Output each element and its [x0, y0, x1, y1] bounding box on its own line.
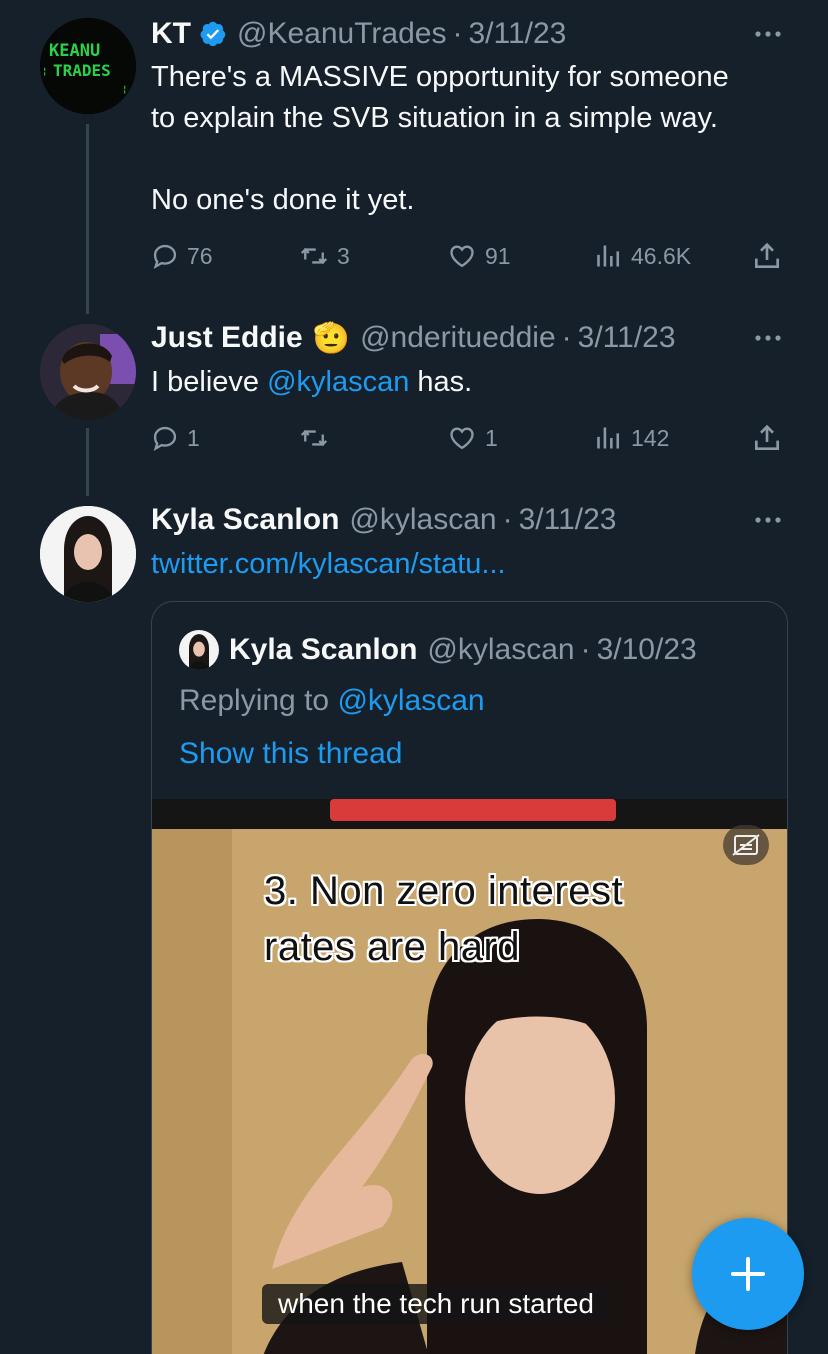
tweet-text: I believe @kylascan has.	[151, 362, 788, 403]
more-icon[interactable]	[748, 500, 788, 540]
views-icon	[597, 245, 620, 267]
video-overlay-line-2: rates are hard	[264, 925, 521, 969]
author-name[interactable]: Kyla Scanlon	[151, 503, 339, 537]
svg-text:KEANU: KEANU	[49, 41, 100, 61]
views-count: 142	[631, 424, 670, 451]
captions-icon	[732, 834, 760, 856]
svg-text:TRADES: TRADES	[53, 61, 111, 80]
views-button[interactable]: 142	[595, 418, 669, 458]
views-count: 46.6K	[631, 242, 692, 269]
like-icon	[450, 245, 474, 268]
text-before: I believe	[151, 366, 268, 398]
more-icon[interactable]	[748, 14, 788, 54]
replying-label: Replying to	[179, 684, 338, 717]
replying-handle-link[interactable]: @kylascan	[337, 684, 484, 717]
eddie-avatar-photo	[40, 324, 136, 420]
retweet-button[interactable]: 3	[299, 236, 350, 276]
share-button[interactable]	[751, 236, 783, 276]
like-button[interactable]: 1	[447, 418, 498, 458]
author-name[interactable]: Just Eddie	[151, 321, 303, 355]
author-handle[interactable]: @kylascan	[349, 503, 496, 537]
tweet-date[interactable]: 3/11/23	[468, 17, 566, 51]
more-icon[interactable]	[748, 318, 788, 358]
svg-text:¦: ¦	[42, 67, 47, 77]
quote-author-handle[interactable]: @kylascan	[427, 633, 574, 667]
like-count: 91	[485, 242, 511, 269]
author-handle[interactable]: @nderitueddie	[360, 321, 556, 355]
reply-button[interactable]: 1	[151, 418, 200, 458]
like-icon	[450, 427, 474, 450]
replying-to: Replying to @kylascan	[179, 684, 485, 718]
verified-badge-icon	[200, 21, 226, 47]
tweet-link[interactable]: twitter.com/kylascan/statu...	[151, 544, 788, 585]
quote-header: Kyla Scanlon @kylascan · 3/10/23	[179, 630, 697, 670]
share-icon	[755, 242, 779, 268]
tweet-actions: 76 3 91 46.6K	[151, 236, 791, 276]
tweet-header: Kyla Scanlon @kylascan · 3/11/23	[151, 500, 788, 540]
tweet-nderitueddie[interactable]: Just Eddie 🫡 @nderitueddie · 3/11/23 I b…	[0, 310, 828, 496]
video-overlay-line-1: 3. Non zero interest	[264, 869, 624, 913]
retweet-icon	[300, 247, 328, 265]
tweet-date[interactable]: 3/11/23	[578, 321, 676, 355]
tweet-header: KT @KeanuTrades · 3/11/23	[151, 14, 788, 54]
avatar-kylascan[interactable]	[40, 506, 136, 602]
separator-dot: ·	[561, 321, 572, 354]
separator-dot: ·	[580, 633, 591, 666]
kyla-avatar-photo	[179, 630, 219, 670]
reply-icon	[153, 244, 177, 269]
svg-text:¦: ¦	[122, 85, 127, 95]
reply-button[interactable]: 76	[151, 236, 213, 276]
retweet-button[interactable]	[299, 418, 337, 458]
tweet-text: There's a MASSIVE opportunity for someon…	[151, 61, 729, 216]
compose-plus-icon	[731, 1257, 765, 1291]
share-icon	[755, 424, 779, 450]
quote-date[interactable]: 3/10/23	[597, 633, 697, 667]
kyla-avatar-photo	[40, 506, 136, 602]
compose-button[interactable]	[692, 1218, 804, 1330]
like-button[interactable]: 91	[447, 236, 511, 276]
retweet-icon	[300, 429, 328, 447]
tweet-keanutrades[interactable]: KEANU TRADES ¦ ¦ KT @KeanuTrades · 3/11/…	[0, 0, 828, 310]
reply-count: 76	[187, 242, 213, 269]
salute-emoji: 🫡	[312, 321, 351, 355]
avatar-nderitueddie[interactable]	[40, 324, 136, 420]
quote-avatar[interactable]	[179, 630, 219, 670]
text-after: has.	[409, 366, 473, 398]
show-thread-link[interactable]: Show this thread	[179, 737, 402, 771]
quote-tweet-card[interactable]: Kyla Scanlon @kylascan · 3/10/23 Replyin…	[151, 601, 788, 1354]
quote-author-name[interactable]: Kyla Scanlon	[229, 633, 417, 667]
author-name[interactable]: KT	[151, 17, 191, 51]
retweet-count: 3	[337, 242, 350, 269]
keanu-trades-logo: KEANU TRADES ¦ ¦	[40, 18, 136, 114]
separator-dot: ·	[502, 503, 513, 536]
tweet-actions: 1 1 142	[151, 418, 791, 458]
views-button[interactable]: 46.6K	[595, 236, 691, 276]
avatar-keanutrades[interactable]: KEANU TRADES ¦ ¦	[40, 18, 136, 114]
reply-icon	[153, 426, 177, 451]
video-caption: when the tech run started	[262, 1284, 610, 1324]
tweet-header: Just Eddie 🫡 @nderitueddie · 3/11/23	[151, 318, 788, 358]
like-count: 1	[485, 424, 498, 451]
share-button[interactable]	[751, 418, 783, 458]
captions-button[interactable]	[723, 825, 769, 865]
mention-link[interactable]: @kylascan	[267, 366, 409, 398]
author-handle[interactable]: @KeanuTrades	[237, 17, 446, 51]
tweet-date[interactable]: 3/11/23	[519, 503, 617, 537]
reply-count: 1	[187, 424, 200, 451]
views-icon	[597, 427, 620, 449]
separator-dot: ·	[452, 17, 463, 50]
